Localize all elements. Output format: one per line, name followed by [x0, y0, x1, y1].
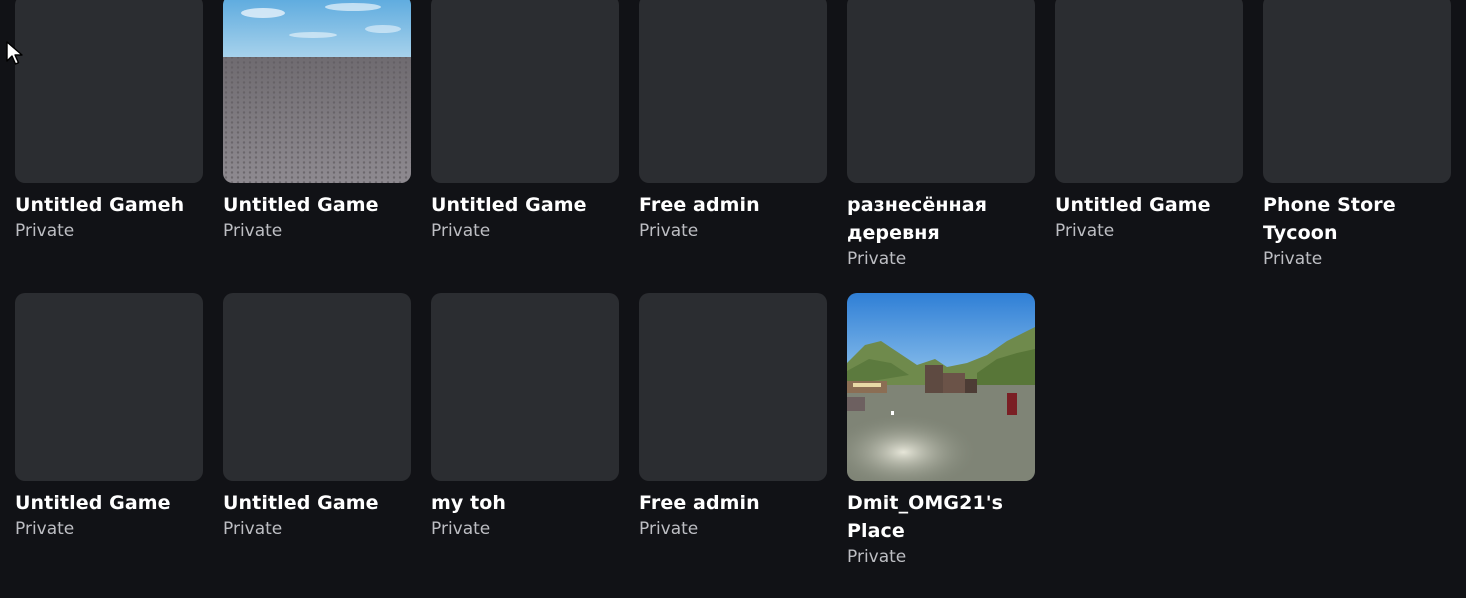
game-thumbnail[interactable] — [223, 0, 411, 183]
game-status: Private — [431, 221, 491, 241]
game-card[interactable]: Untitled Gameh Private — [15, 0, 203, 242]
game-thumbnail-placeholder[interactable] — [431, 293, 619, 481]
game-status: Private — [847, 547, 907, 567]
game-title[interactable]: Dmit_OMG21's Place — [847, 489, 1035, 545]
game-card[interactable]: Dmit_OMG21's Place Private — [847, 293, 1035, 568]
game-thumbnail-placeholder[interactable] — [1055, 0, 1243, 183]
game-card[interactable]: Phone Store Tycoon Private — [1263, 0, 1451, 270]
game-thumbnail-placeholder[interactable] — [431, 0, 619, 183]
game-thumbnail-placeholder[interactable] — [15, 0, 203, 183]
game-card[interactable]: Untitled Game Private — [223, 293, 411, 540]
game-status: Private — [847, 249, 907, 269]
game-title[interactable]: Untitled Game — [1055, 191, 1243, 219]
game-title[interactable]: Untitled Game — [223, 489, 411, 517]
game-status: Private — [1055, 221, 1115, 241]
mountain-village-image — [847, 293, 1035, 481]
game-card[interactable]: Untitled Game Private — [15, 293, 203, 540]
game-title[interactable]: Untitled Game — [431, 191, 619, 219]
game-status: Private — [223, 519, 283, 539]
game-thumbnail-placeholder[interactable] — [847, 0, 1035, 183]
game-status: Private — [431, 519, 491, 539]
game-status: Private — [639, 519, 699, 539]
game-thumbnail-placeholder[interactable] — [15, 293, 203, 481]
game-title[interactable]: my toh — [431, 489, 619, 517]
game-card[interactable]: Untitled Game Private — [223, 0, 411, 242]
game-status: Private — [223, 221, 283, 241]
game-title[interactable]: Free admin — [639, 489, 827, 517]
game-title[interactable]: Untitled Gameh — [15, 191, 203, 219]
game-status: Private — [15, 221, 75, 241]
game-status: Private — [15, 519, 75, 539]
game-card[interactable]: разнесённая деревня Private — [847, 0, 1035, 270]
game-card[interactable]: Free admin Private — [639, 293, 827, 540]
game-title[interactable]: Untitled Game — [223, 191, 411, 219]
game-card[interactable]: Free admin Private — [639, 0, 827, 242]
game-card[interactable]: Untitled Game Private — [1055, 0, 1243, 242]
game-status: Private — [1263, 249, 1323, 269]
game-title[interactable]: Untitled Game — [15, 489, 203, 517]
game-title[interactable]: Phone Store Tycoon — [1263, 191, 1451, 247]
game-title[interactable]: разнесённая деревня — [847, 191, 1035, 247]
games-grid: Untitled Gameh Private Untitled Game Pri… — [15, 0, 1451, 598]
game-status: Private — [639, 221, 699, 241]
baseplate-sky-image — [223, 0, 411, 183]
game-thumbnail-placeholder[interactable] — [223, 293, 411, 481]
game-thumbnail-placeholder[interactable] — [1263, 0, 1451, 183]
game-card[interactable]: my toh Private — [431, 293, 619, 540]
game-thumbnail[interactable] — [847, 293, 1035, 481]
game-thumbnail-placeholder[interactable] — [639, 293, 827, 481]
game-thumbnail-placeholder[interactable] — [639, 0, 827, 183]
game-card[interactable]: Untitled Game Private — [431, 0, 619, 242]
game-title[interactable]: Free admin — [639, 191, 827, 219]
